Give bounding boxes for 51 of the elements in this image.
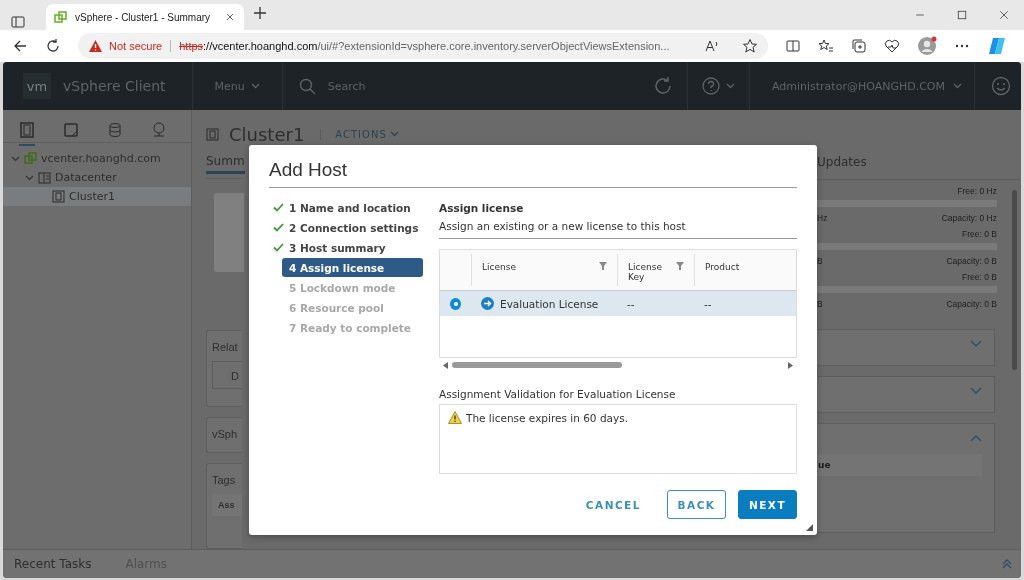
capacity-label: Capacity: 0 B [946,299,997,309]
column-header[interactable]: License Key [628,262,662,282]
user-menu[interactable]: Administrator@HOANGHD.COM [748,62,974,110]
actions-menu[interactable]: ACTIONS [320,128,399,140]
panel-title: vSph [212,427,238,440]
used-label: Hz [817,213,828,223]
free-label: Free: 0 B [962,229,997,239]
section-description: Assign an existing or a new license to this host [439,214,797,239]
cancel-button[interactable]: CANCEL [571,490,655,519]
back-button[interactable]: BACK [667,490,726,519]
tree-item[interactable]: Cluster1 [3,187,191,206]
wizard-step[interactable]: 3 Host summary [269,238,423,257]
search-field[interactable]: Search [325,78,530,94]
wizard-step[interactable]: 2 Connection settings [269,218,423,237]
tab[interactable]: Updates [817,155,867,175]
column-header: ue [814,454,982,476]
dialog-title: Add Host [269,159,797,188]
tree-item[interactable]: vcenter.hoanghd.com [3,149,191,168]
page-title: Cluster1 [229,123,305,145]
section-title: Assign license [439,201,525,214]
panel-title: Tags [212,474,236,487]
column-header[interactable]: Product [705,262,740,272]
table-cell: Evaluation License [500,297,599,310]
validation-title: Assignment Validation for Evaluation License [439,388,677,400]
free-label: Free: 0 Hz [957,186,997,196]
tree-item[interactable]: Datacenter [3,168,191,187]
url-text: https://vcenter.hoanghd.com/ui/#?extensionId=vsphere.core.inventory.serverObjectViewsExtension... [170,40,698,52]
used-label: B [817,256,823,266]
column-header[interactable]: License [482,262,516,272]
panel-title: Relat [212,341,238,354]
capacity-label: Capacity: 0 Hz [941,213,997,223]
address-bar[interactable]: Not secure https://vcenter.hoanghd.com/ui/#?extensionId=vsphere.core.inventory.serverObjectViewsExtension... [78,33,768,59]
used-label: B [817,299,823,309]
panel-button[interactable]: D [212,361,242,390]
column-header: Ass [212,494,242,517]
vm-logo: vm [23,73,51,99]
tab-title: vSphere - Cluster1 - Summary [75,11,212,23]
license-row[interactable]: Evaluation License -- -- [440,291,796,316]
wizard-step[interactable]: 4 Assign license [282,258,423,277]
security-warning: Not secure [109,40,163,52]
capacity-label: Capacity: 0 B [946,256,997,266]
free-label: Free: 0 B [962,272,997,282]
bottom-tab[interactable]: Recent Tasks [14,557,92,571]
wizard-step[interactable]: 1 Name and location [269,198,423,217]
tab[interactable]: Summ [206,154,245,174]
next-button[interactable]: NEXT [738,490,797,519]
menu-button[interactable]: Menu [192,62,283,110]
validation-message: The license expires in 60 days. [466,411,628,425]
table-cell: -- [704,297,712,310]
table-cell: -- [627,297,635,310]
browser-tab[interactable]: vSphere - Cluster1 - Summary [46,4,244,30]
